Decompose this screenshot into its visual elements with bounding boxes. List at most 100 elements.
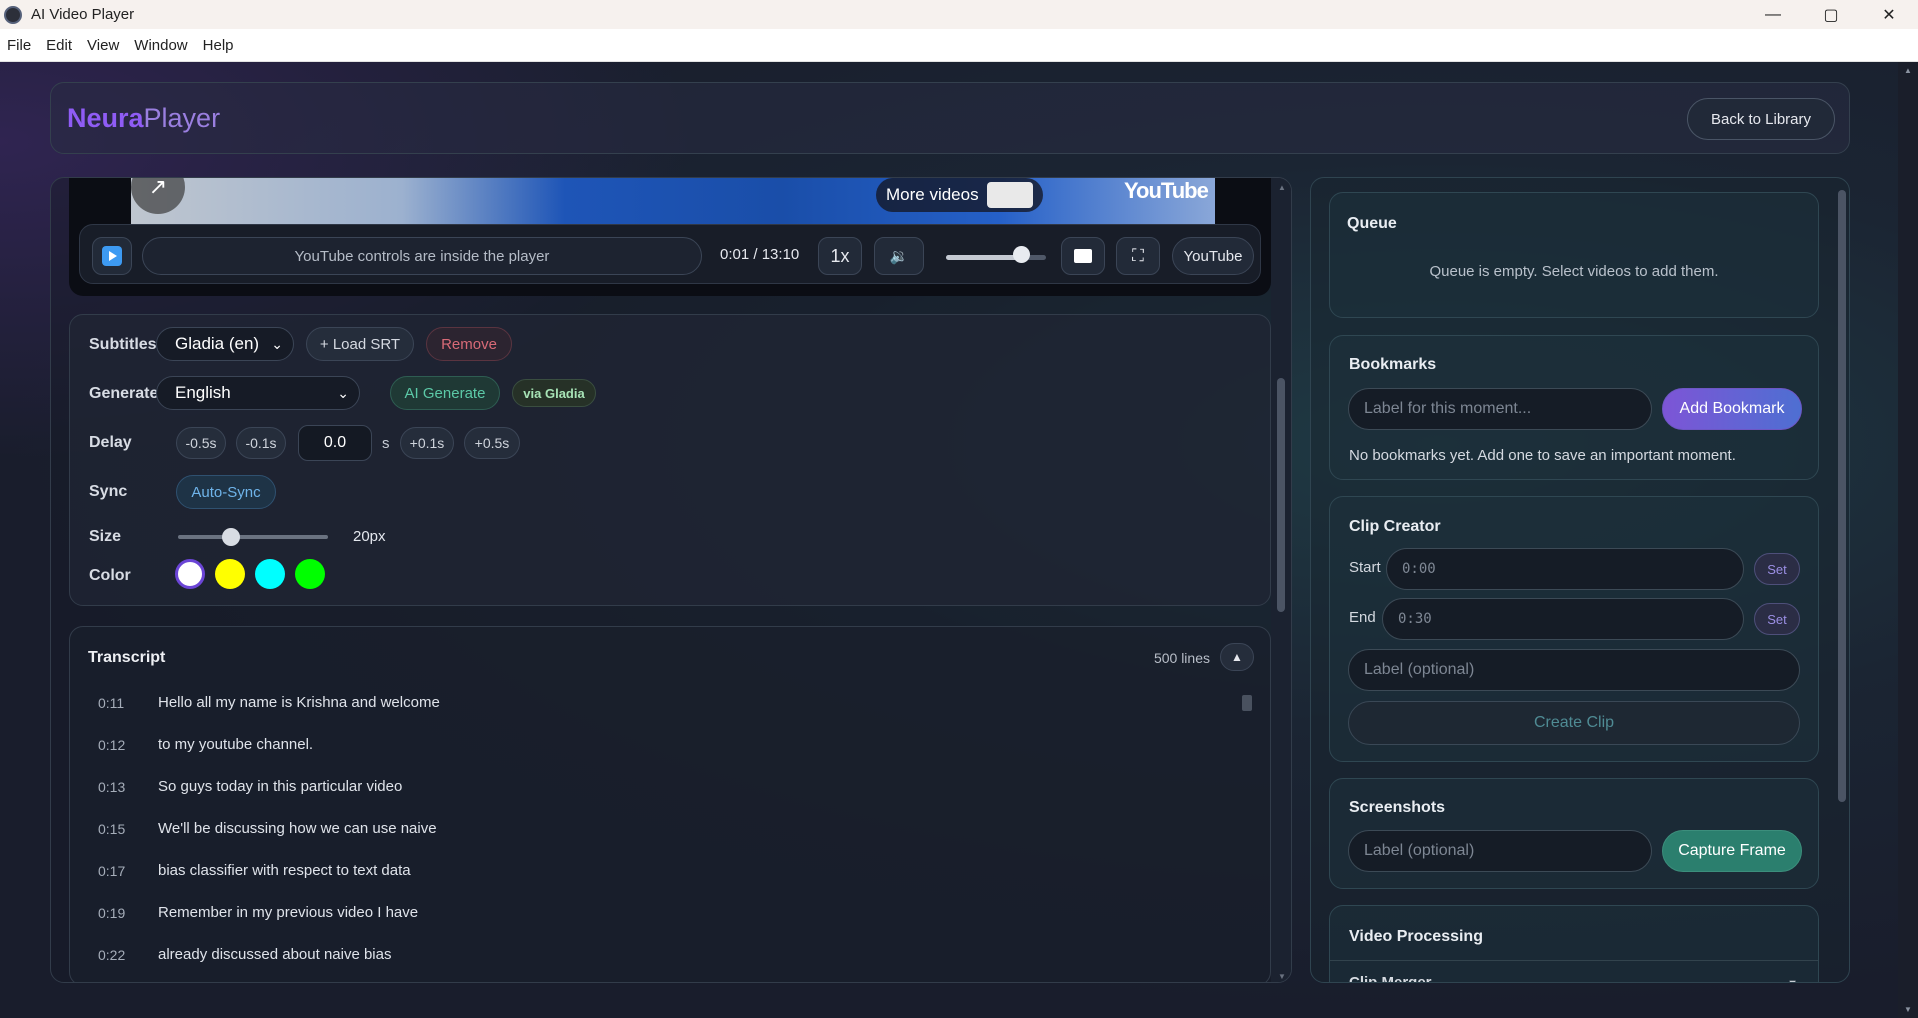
- color-swatch[interactable]: [255, 559, 285, 589]
- scroll-down-icon[interactable]: ▼: [1904, 1005, 1912, 1014]
- app-icon: [4, 5, 22, 24]
- pip-button[interactable]: [1061, 237, 1105, 275]
- transcript-text: bias classifier with respect to text dat…: [158, 862, 411, 879]
- transcript-timestamp: 0:15: [98, 821, 126, 837]
- clip-end-label: End: [1349, 609, 1376, 626]
- transcript-text: Hello all my name is Krishna and welcome: [158, 694, 440, 711]
- add-bookmark-button[interactable]: Add Bookmark: [1662, 388, 1802, 430]
- clip-start-input[interactable]: 0:00: [1386, 548, 1744, 590]
- open-youtube-button[interactable]: YouTube: [1172, 237, 1254, 275]
- subtitle-track-value: Gladia (en): [175, 334, 260, 353]
- load-srt-button[interactable]: + Load SRT: [306, 327, 414, 361]
- video-processing-title: Video Processing: [1349, 928, 1483, 945]
- transcript-card: Transcript 500 lines ▲ 0:11 Hello all my …: [69, 626, 1271, 982]
- delay-plus-tenth-button[interactable]: +0.1s: [400, 427, 454, 459]
- clip-merger-toggle[interactable]: Clip Merger: [1349, 974, 1432, 982]
- transcript-timestamp: 0:12: [98, 737, 126, 753]
- menu-edit[interactable]: Edit: [39, 37, 80, 54]
- auto-sync-button[interactable]: Auto-Sync: [176, 475, 276, 509]
- speaker-icon: 🔉: [889, 248, 909, 265]
- volume-handle[interactable]: [1013, 246, 1030, 263]
- screenshots-title: Screenshots: [1349, 799, 1446, 816]
- transcript-line-count: 500 lines: [1153, 650, 1210, 666]
- transcript-timestamp: 0:11: [98, 695, 125, 711]
- delay-label: Delay: [89, 434, 132, 451]
- bookmarks-title: Bookmarks: [1349, 356, 1437, 373]
- transcript-scrollbar[interactable]: [1242, 695, 1252, 711]
- pip-icon: [1074, 249, 1092, 263]
- delay-minus-half-button[interactable]: -0.5s: [176, 427, 226, 459]
- size-handle[interactable]: [221, 528, 240, 546]
- subtitles-card: Subtitles Gladia (en) ⌄ + Load SRT Remov…: [69, 314, 1271, 606]
- delay-plus-half-button[interactable]: +0.5s: [464, 427, 520, 459]
- close-icon[interactable]: ✕: [1860, 0, 1918, 29]
- scrollbar-thumb[interactable]: [1838, 190, 1846, 802]
- app-content: NeuraPlayer Back to Library ↗ More video…: [0, 62, 1918, 1018]
- screenshots-card: Screenshots Label (optional) Capture Fra…: [1329, 778, 1819, 889]
- side-panel: Queue Queue is empty. Select videos to a…: [1310, 177, 1850, 983]
- chevron-down-icon: ⌄: [271, 336, 283, 352]
- scrollbar-thumb[interactable]: [1277, 378, 1285, 612]
- chevron-down-icon[interactable]: ▼: [1787, 978, 1798, 982]
- transcript-timestamp: 0:17: [98, 863, 126, 879]
- play-button[interactable]: [92, 237, 132, 275]
- transcript-timestamp: 0:13: [98, 779, 126, 795]
- maximize-icon[interactable]: ▢: [1802, 0, 1860, 29]
- remove-subtitles-button[interactable]: Remove: [426, 327, 512, 361]
- screenshot-label-input[interactable]: Label (optional): [1348, 830, 1652, 872]
- collapse-transcript-button[interactable]: ▲: [1220, 643, 1254, 671]
- menu-file[interactable]: File: [0, 37, 39, 54]
- clip-start-label: Start: [1349, 559, 1381, 576]
- back-to-library-button[interactable]: Back to Library: [1687, 98, 1835, 140]
- scroll-up-icon: ▲: [1278, 183, 1286, 192]
- scroll-up-icon[interactable]: ▲: [1904, 66, 1912, 75]
- delay-input[interactable]: 0.0: [298, 425, 372, 461]
- subtitle-track-select[interactable]: Gladia (en) ⌄: [156, 327, 294, 361]
- video-processing-card: Video Processing Clip Merger ▼: [1329, 905, 1819, 982]
- bookmarks-empty-message: No bookmarks yet. Add one to save an imp…: [1349, 447, 1736, 464]
- side-panel-scrollbar[interactable]: [1835, 178, 1849, 982]
- left-panel-scrollbar[interactable]: ▲ ▼: [1271, 178, 1291, 982]
- queue-title: Queue: [1347, 215, 1397, 232]
- capture-frame-button[interactable]: Capture Frame: [1662, 830, 1802, 872]
- brand-part-1: Neura: [67, 103, 144, 133]
- menu-help[interactable]: Help: [196, 37, 242, 54]
- mute-button[interactable]: 🔉: [874, 237, 924, 275]
- youtube-logo[interactable]: YouTube: [1124, 178, 1209, 204]
- transcript-text: Remember in my previous video I have: [158, 904, 419, 921]
- set-end-button[interactable]: Set: [1754, 603, 1800, 635]
- create-clip-button[interactable]: Create Clip: [1348, 701, 1800, 745]
- menu-view[interactable]: View: [80, 37, 127, 54]
- clip-label-input[interactable]: Label (optional): [1348, 649, 1800, 691]
- volume-fill: [946, 255, 1021, 260]
- ai-generate-button[interactable]: AI Generate: [390, 376, 500, 410]
- size-value: 20px: [353, 528, 386, 545]
- color-swatch[interactable]: [175, 559, 205, 589]
- speed-button[interactable]: 1x: [818, 237, 862, 275]
- color-swatch[interactable]: [215, 559, 245, 589]
- size-label: Size: [89, 528, 122, 545]
- delay-minus-tenth-button[interactable]: -0.1s: [236, 427, 286, 459]
- minimize-icon[interactable]: —: [1744, 0, 1802, 29]
- color-swatch[interactable]: [295, 559, 325, 589]
- volume-slider[interactable]: [946, 255, 1046, 260]
- clip-creator-title: Clip Creator: [1349, 518, 1441, 535]
- more-videos-button[interactable]: More videos: [876, 178, 1043, 212]
- bookmark-label-input[interactable]: Label for this moment...: [1348, 388, 1652, 430]
- video-frame[interactable]: ↗ More videos YouTube: [131, 178, 1215, 224]
- set-start-button[interactable]: Set: [1754, 553, 1800, 585]
- generate-language-value: English: [175, 383, 231, 402]
- generate-language-select[interactable]: English ⌄: [156, 376, 360, 410]
- transcript-text: We'll be discussing how we can use naive: [158, 820, 437, 837]
- clip-end-input[interactable]: 0:30: [1382, 598, 1744, 640]
- size-slider[interactable]: [178, 535, 328, 539]
- video-player[interactable]: ↗ More videos YouTube YouTube controls a…: [69, 178, 1271, 296]
- via-gladia-badge: via Gladia: [512, 379, 596, 407]
- app-scrollbar[interactable]: ▲ ▼: [1898, 62, 1918, 1018]
- share-icon[interactable]: ↗: [131, 178, 185, 214]
- transcript-title: Transcript: [88, 649, 166, 666]
- fullscreen-button[interactable]: ⛶: [1116, 237, 1160, 275]
- window-controls: — ▢ ✕: [1744, 0, 1918, 29]
- menu-window[interactable]: Window: [127, 37, 195, 54]
- more-videos-label: More videos: [886, 185, 979, 204]
